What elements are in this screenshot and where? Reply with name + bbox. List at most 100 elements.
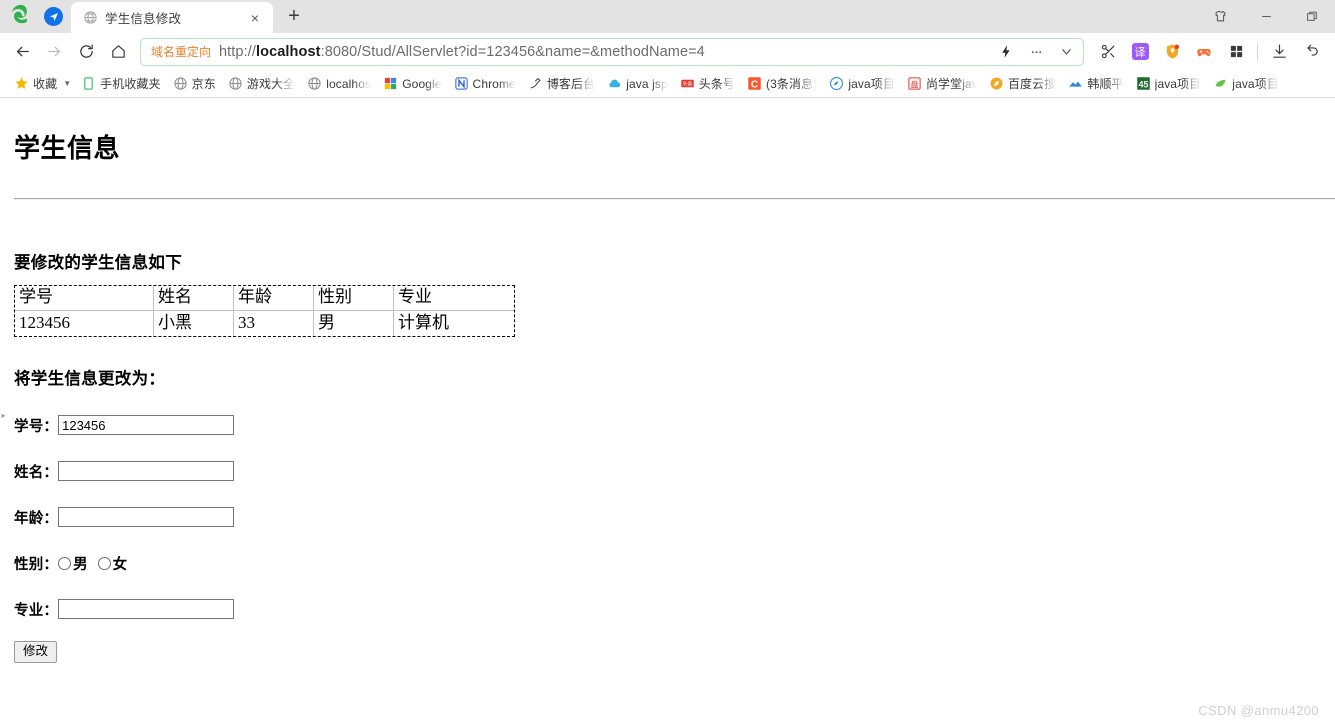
tab-strip: 学生信息修改 × +	[0, 0, 1335, 33]
scissors-icon[interactable]	[1092, 37, 1124, 67]
tab-active[interactable]: 学生信息修改 ×	[71, 2, 273, 33]
student-major-input[interactable]	[58, 599, 234, 619]
bookmark-label: 收藏	[33, 75, 57, 92]
close-icon[interactable]: ×	[245, 8, 265, 28]
bookmark-label: 游戏大全	[247, 75, 295, 92]
gender-male-label: 男	[73, 553, 88, 574]
bookmark-label: localhost	[326, 77, 371, 91]
bookmark-item[interactable]: Chrome	[448, 74, 522, 93]
globe-icon	[83, 10, 98, 25]
table-header-cell: 性别	[314, 286, 394, 311]
bookmark-item[interactable]: 头条 头条号	[674, 73, 741, 94]
gender-option-female[interactable]: 女	[98, 553, 128, 574]
restore-icon[interactable]	[1289, 0, 1335, 33]
bookmark-item[interactable]: java jsp	[601, 74, 674, 93]
watermark: CSDN @anmu4200	[1198, 703, 1319, 718]
navigation-toolbar: 域名重定向 http://localhost:8080/Stud/AllServ…	[0, 33, 1335, 70]
student-age-input[interactable]	[58, 507, 234, 527]
student-name-input[interactable]	[58, 461, 234, 481]
new-tab-button[interactable]: +	[279, 3, 309, 33]
toolbar-separator	[1257, 43, 1258, 61]
gender-female-label: 女	[113, 553, 128, 574]
compass-nav-icon[interactable]	[44, 7, 63, 26]
bookmark-item[interactable]: 京东	[167, 73, 222, 94]
gender-radio-male[interactable]	[58, 557, 71, 570]
bookmark-label: 手机收藏夹	[100, 75, 161, 92]
sidebar-expand-handle[interactable]: ▸	[0, 407, 7, 423]
table-cell-name: 小黑	[154, 311, 234, 336]
bookmark-label: Google	[402, 77, 441, 91]
bookmarks-bar: 收藏 ▼ 手机收藏夹 京东 游戏大全 localhost	[0, 70, 1335, 97]
bookmark-label: (3条消息)	[766, 75, 817, 92]
back-arrow-icon[interactable]	[6, 37, 38, 67]
bookmark-item[interactable]: java项目	[823, 73, 901, 94]
gender-option-male[interactable]: 男	[58, 553, 88, 574]
minimize-icon[interactable]	[1243, 0, 1289, 33]
star-icon	[14, 76, 29, 91]
toutiao-icon: 头条	[680, 76, 695, 91]
bookmark-item[interactable]: 收藏	[8, 73, 63, 94]
globe-icon	[228, 76, 243, 91]
csdn-icon: C	[747, 76, 762, 91]
window-controls	[1197, 0, 1335, 33]
ellipsis-icon[interactable]	[1025, 41, 1047, 63]
shield-icon[interactable]	[1156, 37, 1188, 67]
address-bar[interactable]: 域名重定向 http://localhost:8080/Stud/AllServ…	[140, 38, 1084, 66]
globe-icon	[307, 76, 322, 91]
student-id-input[interactable]	[58, 415, 234, 435]
chevron-down-icon[interactable]	[1055, 41, 1077, 63]
gamepad-icon[interactable]	[1188, 37, 1220, 67]
bookmark-item[interactable]: 百度云搜	[983, 73, 1062, 94]
age-label: 年龄：	[14, 507, 58, 528]
bookmark-label: java项目	[1155, 75, 1202, 92]
url-text: http://localhost:8080/Stud/AllServlet?id…	[219, 44, 987, 60]
theme-icon[interactable]	[1197, 0, 1243, 33]
lightning-icon[interactable]	[995, 41, 1017, 63]
table-cell-age: 33	[234, 311, 314, 336]
bookmark-label: java项目	[848, 75, 895, 92]
circle-icon	[829, 76, 844, 91]
svg-text:C: C	[751, 79, 758, 90]
table-row: 123456 小黑 33 男 计算机	[15, 311, 514, 336]
bookmark-item[interactable]: C (3条消息)	[741, 73, 823, 94]
bookmark-label: 尚学堂java	[926, 75, 977, 92]
bookmark-item[interactable]: 盘 尚学堂java	[901, 73, 983, 94]
home-icon[interactable]	[102, 37, 134, 67]
bookmark-label: Chrome	[473, 77, 516, 91]
forward-arrow-icon[interactable]	[38, 37, 70, 67]
redirect-badge: 域名重定向	[151, 43, 211, 60]
major-label: 专业：	[14, 599, 58, 620]
table-header-cell: 年龄	[234, 286, 314, 311]
download-icon[interactable]	[1263, 37, 1295, 67]
bookmark-item[interactable]: 博客后台	[522, 73, 601, 94]
gender-radio-female[interactable]	[98, 557, 111, 570]
bookmark-item[interactable]: 游戏大全	[222, 73, 301, 94]
svg-text:45: 45	[1138, 79, 1148, 89]
translate-icon[interactable]: 译	[1124, 37, 1156, 67]
edit-student-form: 学号： 姓名： 年龄： 性别： 男	[14, 413, 1335, 663]
form-row-major: 专业：	[14, 597, 1335, 621]
apps-grid-icon[interactable]	[1220, 37, 1252, 67]
bookmark-item[interactable]: localhost	[301, 74, 377, 93]
table-header-cell: 学号	[15, 286, 154, 311]
page-content: 学生信息 要修改的学生信息如下 学号 姓名 年龄 性别 专业 123456 小黑…	[0, 98, 1335, 663]
toolbar-right-icons: 译	[1092, 37, 1327, 67]
submit-button[interactable]: 修改	[14, 641, 57, 663]
svg-text:头条: 头条	[682, 80, 692, 87]
form-row-name: 姓名：	[14, 459, 1335, 483]
table-cell-gender: 男	[314, 311, 394, 336]
bookmark-item[interactable]: 手机收藏夹	[75, 73, 167, 94]
form-heading: 将学生信息更改为：	[14, 365, 1335, 389]
bookmark-label: java项目	[1232, 75, 1279, 92]
chevron-down-icon[interactable]: ▼	[63, 79, 75, 88]
bookmark-item[interactable]: Google	[377, 74, 447, 93]
bookmark-item[interactable]: java项目	[1207, 73, 1285, 94]
45-icon: 45	[1136, 76, 1151, 91]
bookmark-item[interactable]: 45 java项目	[1130, 73, 1208, 94]
pan-icon: 盘	[907, 76, 922, 91]
reload-icon[interactable]	[70, 37, 102, 67]
google-icon	[383, 76, 398, 91]
undo-icon[interactable]	[1295, 37, 1327, 67]
bookmark-item[interactable]: 韩顺平	[1062, 73, 1129, 94]
page-viewport: ▸ 学生信息 要修改的学生信息如下 学号 姓名 年龄 性别 专业 123456 …	[0, 98, 1335, 728]
